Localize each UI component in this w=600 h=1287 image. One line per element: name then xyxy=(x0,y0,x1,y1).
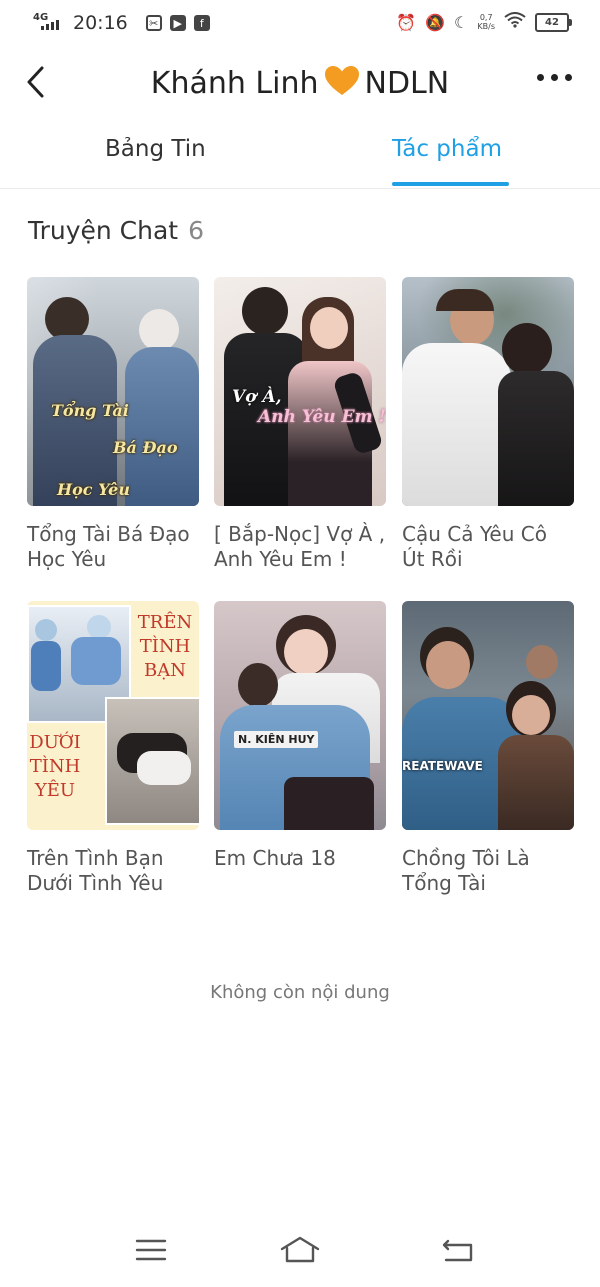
title-suffix: NDLN xyxy=(364,66,450,101)
story-title[interactable]: Cậu Cả Yêu Cô Út Rồi xyxy=(402,522,574,572)
tab-works[interactable]: Tác phẩm xyxy=(392,136,502,162)
home-button[interactable] xyxy=(280,1233,320,1267)
status-time: 20:16 xyxy=(73,12,128,34)
cover-caption: TÌNH xyxy=(139,636,191,657)
speed-unit: KB/s xyxy=(477,22,495,31)
facebook-icon: f xyxy=(193,15,210,31)
section-count: 6 xyxy=(188,216,205,245)
tab-feed[interactable]: Bảng Tin xyxy=(105,136,206,162)
menu-button[interactable] xyxy=(131,1233,171,1267)
story-cover[interactable]: Tổng Tài Bá Đạo Học Yêu xyxy=(27,277,199,506)
screenshot-icon: ✂ xyxy=(145,15,162,31)
end-of-list-text: Không còn nội dung xyxy=(210,982,390,1003)
profile-tabs: Bảng Tin Tác phẩm xyxy=(0,122,600,189)
active-tab-indicator xyxy=(392,182,509,186)
story-card[interactable]: N. KIÊN HUY Em Chưa 18 xyxy=(214,601,386,871)
home-icon xyxy=(280,1236,320,1263)
cover-caption: REATEWAVE xyxy=(402,759,483,773)
return-icon xyxy=(442,1239,473,1262)
story-title[interactable]: Chồng Tôi Là Tổng Tài xyxy=(402,846,574,896)
network-speed: 0,7 KB/s xyxy=(477,13,495,31)
cover-caption: TRÊN xyxy=(137,612,193,633)
story-title[interactable]: [ Bắp-Nọc] Vợ À , Anh Yêu Em ! xyxy=(214,522,386,572)
speed-value: 0,7 xyxy=(479,13,493,22)
mute-icon: 🔕 xyxy=(425,12,446,32)
moon-icon: ☾ xyxy=(454,12,469,32)
dot-icon xyxy=(565,74,572,81)
story-card[interactable]: TRÊN TÌNH BẠN DƯỚI TÌNH YÊU Trên Tình Bạ… xyxy=(27,601,199,896)
story-card[interactable]: Vợ À, Anh Yêu Em ! [ Bắp-Nọc] Vợ À , Anh… xyxy=(214,277,386,572)
story-title[interactable]: Trên Tình Bạn Dưới Tình Yêu xyxy=(27,846,199,896)
page-title: Khánh Linh NDLN xyxy=(0,66,600,104)
battery-indicator: 42 xyxy=(535,12,572,32)
system-nav-bar xyxy=(0,1217,600,1287)
story-card[interactable]: Cậu Cả Yêu Cô Út Rồi xyxy=(402,277,574,572)
orange-heart-icon xyxy=(324,66,359,104)
cover-caption: Học Yêu xyxy=(57,480,130,499)
story-cover[interactable]: REATEWAVE xyxy=(402,601,574,830)
cover-text-bottom: DƯỚI TÌNH YÊU xyxy=(27,731,83,803)
cover-caption: BẠN xyxy=(144,660,186,681)
title-name: Khánh Linh xyxy=(150,66,319,101)
alarm-icon: ⏰ xyxy=(396,12,417,32)
story-card[interactable]: Tổng Tài Bá Đạo Học Yêu Tổng Tài Bá Đạo … xyxy=(27,277,199,572)
cover-caption: Tổng Tài xyxy=(51,401,129,420)
story-cover[interactable]: TRÊN TÌNH BẠN DƯỚI TÌNH YÊU xyxy=(27,601,199,830)
cover-caption: DƯỚI xyxy=(29,732,81,753)
youtube-icon: ▶ xyxy=(169,15,186,31)
section-title: Truyện Chat xyxy=(28,216,179,245)
story-cover[interactable]: Vợ À, Anh Yêu Em ! xyxy=(214,277,386,506)
back-nav-button[interactable] xyxy=(438,1233,478,1267)
story-title[interactable]: Tổng Tài Bá Đạo Học Yêu xyxy=(27,522,199,572)
story-title[interactable]: Em Chưa 18 xyxy=(214,846,386,871)
cover-caption: YÊU xyxy=(34,780,76,801)
cover-caption: Bá Đạo xyxy=(113,438,178,457)
wifi-icon xyxy=(504,12,526,32)
story-cover[interactable]: N. KIÊN HUY xyxy=(214,601,386,830)
signal-icon: 4G xyxy=(33,12,59,34)
section-header: Truyện Chat 6 xyxy=(28,216,204,245)
cover-caption: Anh Yêu Em ! xyxy=(258,407,386,427)
status-bar: 4G 20:16 ✂ ▶ f ⏰ 🔕 ☾ 0,7 KB/s 42 xyxy=(0,0,600,46)
story-card[interactable]: REATEWAVE Chồng Tôi Là Tổng Tài xyxy=(402,601,574,896)
cover-caption: TÌNH xyxy=(29,756,81,777)
story-cover[interactable] xyxy=(402,277,574,506)
cover-caption: Vợ À, xyxy=(232,387,282,407)
dot-icon xyxy=(551,74,558,81)
cover-text-top: TRÊN TÌNH BẠN xyxy=(131,611,199,683)
menu-icon xyxy=(135,1239,167,1261)
app-header: Khánh Linh NDLN xyxy=(0,46,600,120)
dot-icon xyxy=(537,74,544,81)
cover-caption: N. KIÊN HUY xyxy=(234,731,319,748)
more-options-button[interactable] xyxy=(537,74,572,81)
